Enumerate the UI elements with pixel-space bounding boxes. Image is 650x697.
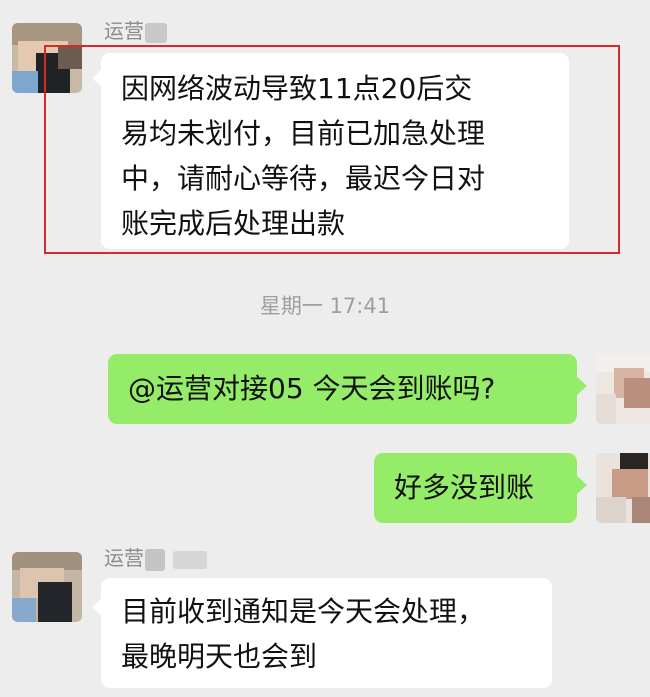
sender-name: 运营 xyxy=(104,546,207,571)
message-line: 易均未划付，目前已加急处理 xyxy=(121,117,486,150)
avatar[interactable] xyxy=(12,23,82,93)
bubble-tail xyxy=(577,377,587,395)
message-bubble[interactable]: 目前收到通知是今天会处理， 最晚明天也会到 xyxy=(101,578,552,688)
message-line: 因网络波动导致11点20后交 xyxy=(121,72,473,105)
bubble-tail xyxy=(577,476,587,494)
timestamp: 星期一 17:41 xyxy=(259,294,391,318)
message-bubble[interactable]: @运营对接05 今天会到账吗? xyxy=(108,354,577,424)
message-line: 账完成后处理出款 xyxy=(121,207,346,240)
message-line: 目前收到通知是今天会处理， xyxy=(121,595,486,628)
blurred-name xyxy=(173,550,207,569)
avatar[interactable] xyxy=(596,354,650,424)
sender-name-text: 运营 xyxy=(104,546,144,570)
message-line: 最晚明天也会到 xyxy=(121,640,318,673)
message-bubble[interactable]: 因网络波动导致11点20后交 易均未划付，目前已加急处理 中，请耐心等待，最迟今… xyxy=(101,53,569,249)
blurred-name xyxy=(145,548,165,571)
message-bubble[interactable]: 好多没到账 xyxy=(374,453,577,523)
blurred-name xyxy=(145,22,167,43)
sender-name-text: 运营 xyxy=(104,19,144,43)
message-text: 好多没到账 xyxy=(394,471,535,504)
avatar[interactable] xyxy=(596,453,650,523)
sender-name: 运营 xyxy=(104,19,167,43)
avatar[interactable] xyxy=(12,552,82,622)
message-line: 中，请耐心等待，最迟今日对 xyxy=(121,162,486,195)
message-text: @运营对接05 今天会到账吗? xyxy=(128,372,496,405)
